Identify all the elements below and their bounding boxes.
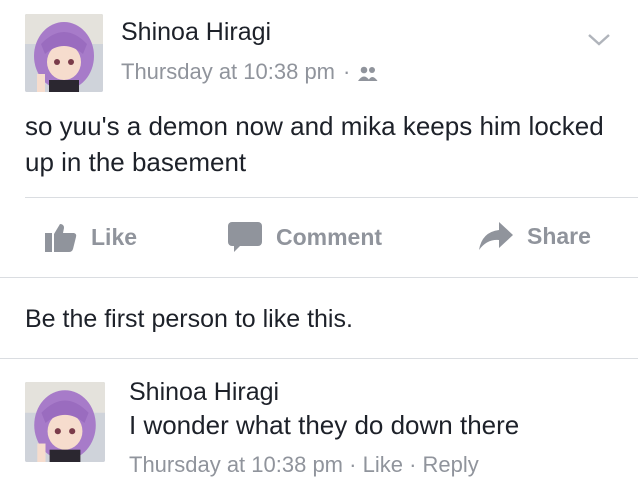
chevron-down-icon[interactable] bbox=[586, 26, 612, 52]
share-button[interactable]: Share bbox=[479, 222, 591, 250]
share-label: Share bbox=[527, 222, 591, 249]
meta-separator: · bbox=[343, 59, 351, 84]
post-header: Shinoa Hiragi Thursday at 10:38 pm · bbox=[25, 14, 620, 94]
post-meta: Thursday at 10:38 pm · bbox=[121, 59, 378, 85]
comment-button[interactable]: Comment bbox=[228, 222, 382, 252]
meta-separator: · bbox=[349, 452, 357, 477]
avatar[interactable] bbox=[25, 14, 103, 92]
comment-reply-link[interactable]: Reply bbox=[423, 452, 479, 477]
share-arrow-icon bbox=[479, 222, 513, 250]
divider bbox=[25, 197, 638, 198]
meta-separator: · bbox=[409, 452, 417, 477]
comment-timestamp[interactable]: Thursday at 10:38 pm bbox=[129, 452, 343, 477]
comment-like-link[interactable]: Like bbox=[363, 452, 403, 477]
post-timestamp[interactable]: Thursday at 10:38 pm bbox=[121, 59, 335, 85]
comment-label: Comment bbox=[276, 223, 383, 250]
like-button[interactable]: Like bbox=[45, 222, 137, 252]
avatar-image bbox=[25, 382, 105, 462]
friends-icon[interactable] bbox=[358, 63, 378, 81]
like-summary: Be the first person to like this. bbox=[25, 305, 353, 333]
comment-item: Shinoa Hiragi I wonder what they do down… bbox=[25, 378, 625, 477]
thumbs-up-icon bbox=[45, 224, 77, 252]
comment-author-name[interactable]: Shinoa Hiragi bbox=[129, 378, 279, 407]
post-actions: Like Comment Share bbox=[0, 200, 638, 276]
post-author-name[interactable]: Shinoa Hiragi bbox=[121, 18, 271, 47]
like-label: Like bbox=[91, 223, 138, 250]
comment-avatar[interactable] bbox=[25, 382, 105, 462]
comment-icon bbox=[228, 222, 262, 252]
avatar-image bbox=[25, 14, 103, 92]
divider bbox=[0, 277, 638, 278]
divider bbox=[0, 358, 638, 359]
comment-meta: Thursday at 10:38 pm · Like · Reply bbox=[129, 452, 479, 478]
comment-text: I wonder what they do down there bbox=[129, 410, 520, 440]
post-text: so yuu's a demon now and mika keeps him … bbox=[25, 111, 604, 177]
